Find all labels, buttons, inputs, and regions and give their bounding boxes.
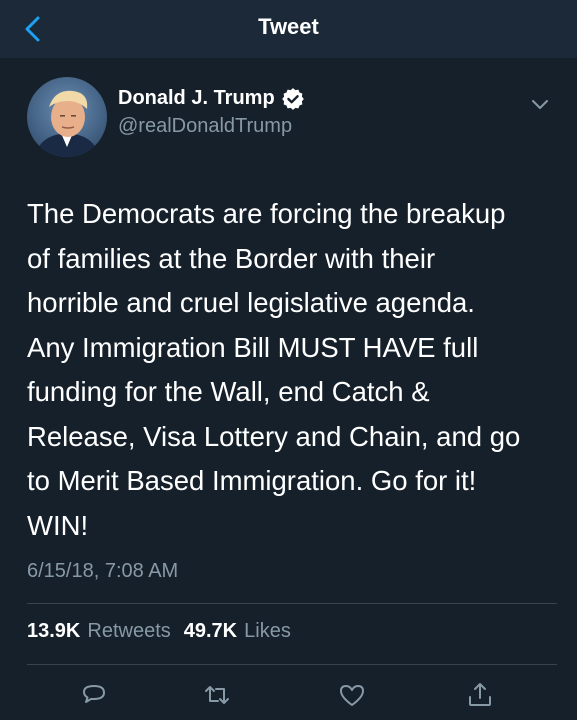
divider	[27, 664, 557, 665]
avatar[interactable]	[27, 77, 107, 157]
like-button[interactable]	[337, 680, 367, 710]
reply-button[interactable]	[79, 680, 109, 710]
like-icon	[340, 685, 364, 706]
page-title: Tweet	[258, 14, 319, 39]
author-handle[interactable]: @realDonaldTrump	[118, 115, 292, 138]
retweets-count: 13.9K	[27, 620, 81, 642]
divider	[27, 603, 557, 604]
more-options-button[interactable]	[528, 92, 552, 116]
retweet-icon	[205, 686, 229, 704]
verified-badge-icon	[281, 87, 304, 110]
retweets-stat[interactable]: 13.9K Retweets	[27, 620, 171, 643]
tweet-actions	[0, 670, 577, 720]
tweet-stats: 13.9K Retweets 49.7K Likes	[27, 620, 291, 643]
share-button[interactable]	[465, 680, 495, 710]
chevron-down-icon	[532, 100, 548, 109]
reply-icon	[83, 685, 105, 703]
likes-count: 49.7K	[183, 620, 238, 642]
tweet-text: The Democrats are forcing the breakup of…	[27, 198, 521, 541]
retweet-button[interactable]	[202, 680, 232, 710]
author-name-text: Donald J. Trump	[118, 87, 275, 109]
likes-label: Likes	[244, 620, 291, 642]
retweets-label: Retweets	[87, 620, 171, 642]
likes-stat[interactable]: 49.7K Likes	[184, 620, 291, 643]
navigation-bar: Tweet	[0, 0, 577, 58]
share-icon	[469, 683, 491, 706]
author-name[interactable]: Donald J. Trump	[118, 87, 304, 110]
tweet-timestamp[interactable]: 6/15/18, 7:08 AM	[27, 560, 178, 583]
